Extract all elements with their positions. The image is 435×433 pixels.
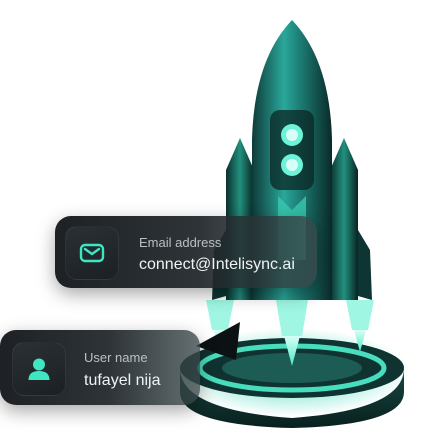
user-icon <box>28 358 50 380</box>
right-fin <box>358 230 372 300</box>
user-value: tufayel nija <box>84 372 161 389</box>
rocket-window-top-core <box>286 129 298 141</box>
user-card: User name tufayel nija <box>0 330 200 405</box>
email-icon-box <box>65 226 119 280</box>
hero-illustration: Email address connect@Intelisync.ai User… <box>0 0 435 433</box>
right-nozzle <box>346 300 374 330</box>
email-label: Email address <box>139 235 222 250</box>
rocket-panel <box>270 110 314 190</box>
rocket-window-bottom-core <box>286 159 298 171</box>
email-value: connect@Intelisync.ai <box>139 256 295 273</box>
right-booster <box>330 138 358 300</box>
user-icon-box <box>12 342 66 396</box>
user-label: User name <box>84 350 148 365</box>
email-card: Email address connect@Intelisync.ai <box>55 216 317 288</box>
left-nozzle <box>206 300 234 330</box>
envelope-icon <box>79 243 105 263</box>
